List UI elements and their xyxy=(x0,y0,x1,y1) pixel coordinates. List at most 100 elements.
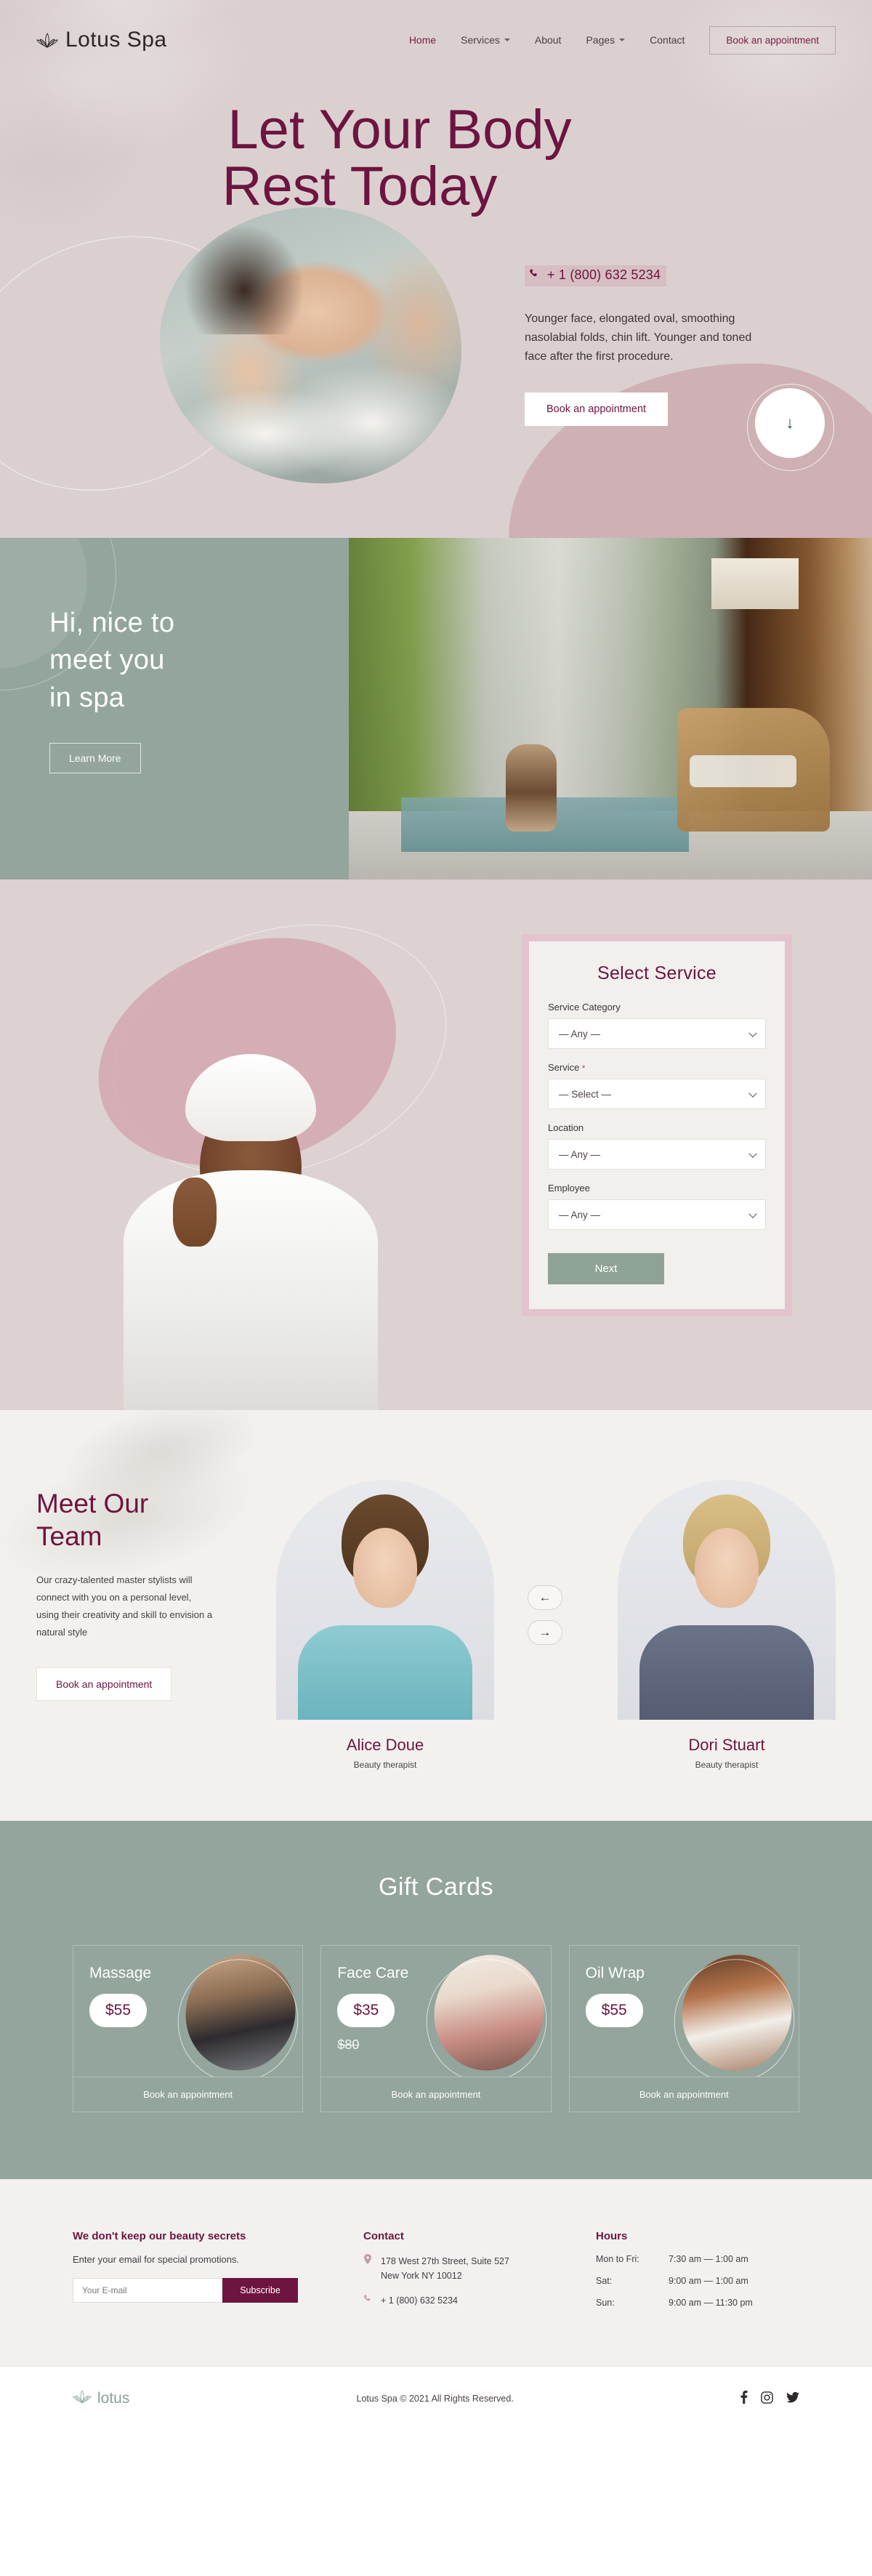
nav-label: Services xyxy=(461,34,500,46)
team-title-line2: Team xyxy=(36,1521,102,1552)
gift-cards-title: Gift Cards xyxy=(378,1873,494,1901)
hero-photo-hair xyxy=(184,223,305,334)
brand-name: Lotus Spa xyxy=(65,28,167,52)
footer-social-links xyxy=(740,2391,799,2407)
booking-next-button[interactable]: Next xyxy=(548,1253,664,1284)
select-value: — Any — xyxy=(559,1148,601,1160)
scroll-down-button[interactable]: ↓ xyxy=(755,388,825,458)
hours-row: Sat: 9:00 am — 1:00 am xyxy=(596,2276,799,2286)
team-member-card: Alice Doue Beauty therapist xyxy=(276,1480,494,1770)
hero-book-appointment-button[interactable]: Book an appointment xyxy=(525,392,669,426)
nav-label: Contact xyxy=(650,34,685,46)
lotus-icon xyxy=(73,2389,92,2408)
team-member-card: Dori Stuart Beauty therapist xyxy=(618,1480,836,1770)
member-face xyxy=(353,1528,417,1608)
nav-item-about[interactable]: About xyxy=(535,34,562,46)
about-title-line3: in spa xyxy=(49,682,125,713)
team-member-photo xyxy=(276,1480,494,1720)
footer-brand[interactable]: lotus xyxy=(73,2389,129,2408)
site-header: Lotus Spa Home Services About Pages Cont… xyxy=(36,0,836,80)
required-mark: * xyxy=(581,1064,586,1073)
chevron-down-icon xyxy=(504,39,510,41)
field-label-text: Service xyxy=(548,1062,580,1073)
contact-phone-text: + 1 (800) 632 5234 xyxy=(381,2295,458,2306)
instagram-icon[interactable] xyxy=(761,2391,773,2407)
gift-card-name: Face Care xyxy=(337,1965,409,1981)
newsletter-email-input[interactable] xyxy=(73,2278,222,2303)
arrow-down-icon: ↓ xyxy=(786,414,794,432)
hero-phone-number: + 1 (800) 632 5234 xyxy=(547,267,661,282)
hero-phone-chip[interactable]: + 1 (800) 632 5234 xyxy=(525,265,667,286)
newsletter-heading: We don't keep our beauty secrets xyxy=(73,2230,246,2242)
select-value: — Any — xyxy=(559,1028,601,1039)
gift-card-price: $55 xyxy=(89,1994,148,2027)
lotus-icon xyxy=(36,31,58,49)
booking-photo-towel-turban xyxy=(185,1054,316,1141)
gift-card: Oil Wrap $55 Book an appointment xyxy=(568,1945,799,2112)
newsletter-subtext: Enter your email for special promotions. xyxy=(73,2254,240,2265)
about-learn-more-button[interactable]: Learn More xyxy=(49,742,141,773)
hours-day: Mon to Fri: xyxy=(596,2254,639,2264)
gift-card-book-button[interactable]: Book an appointment xyxy=(73,2077,303,2112)
employee-select[interactable]: — Any — xyxy=(548,1199,766,1230)
select-value: — Any — xyxy=(559,1209,601,1220)
field-employee: Employee — Any — xyxy=(548,1183,766,1230)
footer-newsletter-column: We don't keep our beauty secrets Enter y… xyxy=(73,2230,363,2319)
nav-item-home[interactable]: Home xyxy=(409,34,436,46)
gift-card-price: $35 xyxy=(337,1994,395,2027)
hours-row: Sun: 9:00 am — 11:30 pm xyxy=(596,2298,799,2308)
member-face xyxy=(695,1528,759,1608)
service-select[interactable]: — Select — xyxy=(548,1079,766,1109)
arrow-left-icon: ← xyxy=(538,1590,552,1604)
service-category-select[interactable]: — Any — xyxy=(548,1018,766,1049)
arrow-right-icon: → xyxy=(538,1625,552,1639)
location-select[interactable]: — Any — xyxy=(548,1139,766,1170)
facebook-icon[interactable] xyxy=(740,2391,748,2407)
contact-phone[interactable]: + 1 (800) 632 5234 xyxy=(363,2293,596,2308)
nav-item-pages[interactable]: Pages xyxy=(586,34,626,46)
nav-item-services[interactable]: Services xyxy=(461,34,510,46)
booking-photo xyxy=(116,996,385,1410)
carousel-next-button[interactable]: → xyxy=(528,1620,562,1645)
member-body xyxy=(639,1625,814,1720)
phone-icon xyxy=(363,2293,374,2308)
about-title: Hi, nice to meet you in spa xyxy=(49,605,349,717)
about-photo-stool xyxy=(506,744,557,832)
contact-heading: Contact xyxy=(363,2230,404,2242)
nav-label: About xyxy=(534,34,562,46)
address-line-1: 178 West 27th Street, Suite 527 xyxy=(381,2256,509,2266)
newsletter-form: Subscribe xyxy=(73,2278,298,2303)
booking-section: Select Service Service Category — Any — … xyxy=(0,880,872,1410)
hero-photo xyxy=(160,207,461,483)
contact-address: 178 West 27th Street, Suite 527 New York… xyxy=(363,2254,596,2283)
field-label: Service * xyxy=(548,1062,766,1073)
field-service-category: Service Category — Any — xyxy=(548,1002,766,1049)
hero-title-line2: Rest Today xyxy=(222,155,498,217)
booking-photo-robe xyxy=(124,1170,378,1410)
hero-phone-row[interactable]: + 1 (800) 632 5234 xyxy=(525,265,815,286)
twitter-icon[interactable] xyxy=(786,2391,799,2406)
carousel-prev-button[interactable]: ← xyxy=(528,1585,562,1610)
newsletter-subscribe-button[interactable]: Subscribe xyxy=(222,2278,298,2303)
brand-logo[interactable]: Lotus Spa xyxy=(36,28,167,52)
team-member-role: Beauty therapist xyxy=(353,1760,417,1770)
hero-description: Younger face, elongated oval, smoothing … xyxy=(525,313,752,363)
hours-day: Sat: xyxy=(596,2276,613,2286)
select-value: — Select — xyxy=(559,1088,612,1100)
footer-bottom-bar: lotus Lotus Spa © 2021 All Rights Reserv… xyxy=(0,2366,872,2430)
team-carousel-controls: ← → xyxy=(528,1585,562,1645)
team-title-line1: Meet Our xyxy=(36,1489,149,1518)
field-label: Service Category xyxy=(548,1002,621,1013)
gift-card-book-button[interactable]: Book an appointment xyxy=(321,2077,551,2112)
team-book-appointment-button[interactable]: Book an appointment xyxy=(36,1667,172,1702)
nav-item-contact[interactable]: Contact xyxy=(650,34,685,46)
header-book-appointment-button[interactable]: Book an appointment xyxy=(709,25,836,55)
team-description: Our crazy-talented master stylists will … xyxy=(36,1574,213,1638)
select-service-card: Select Service Service Category — Any — … xyxy=(522,934,792,1316)
field-service: Service * — Select — xyxy=(548,1062,766,1109)
gift-card-book-button[interactable]: Book an appointment xyxy=(569,2077,799,2112)
hero-photo-towel xyxy=(171,389,359,478)
chevron-down-icon xyxy=(619,39,626,41)
team-section: Meet Our Team Our crazy-talented master … xyxy=(0,1410,872,1821)
about-photo xyxy=(349,538,872,880)
